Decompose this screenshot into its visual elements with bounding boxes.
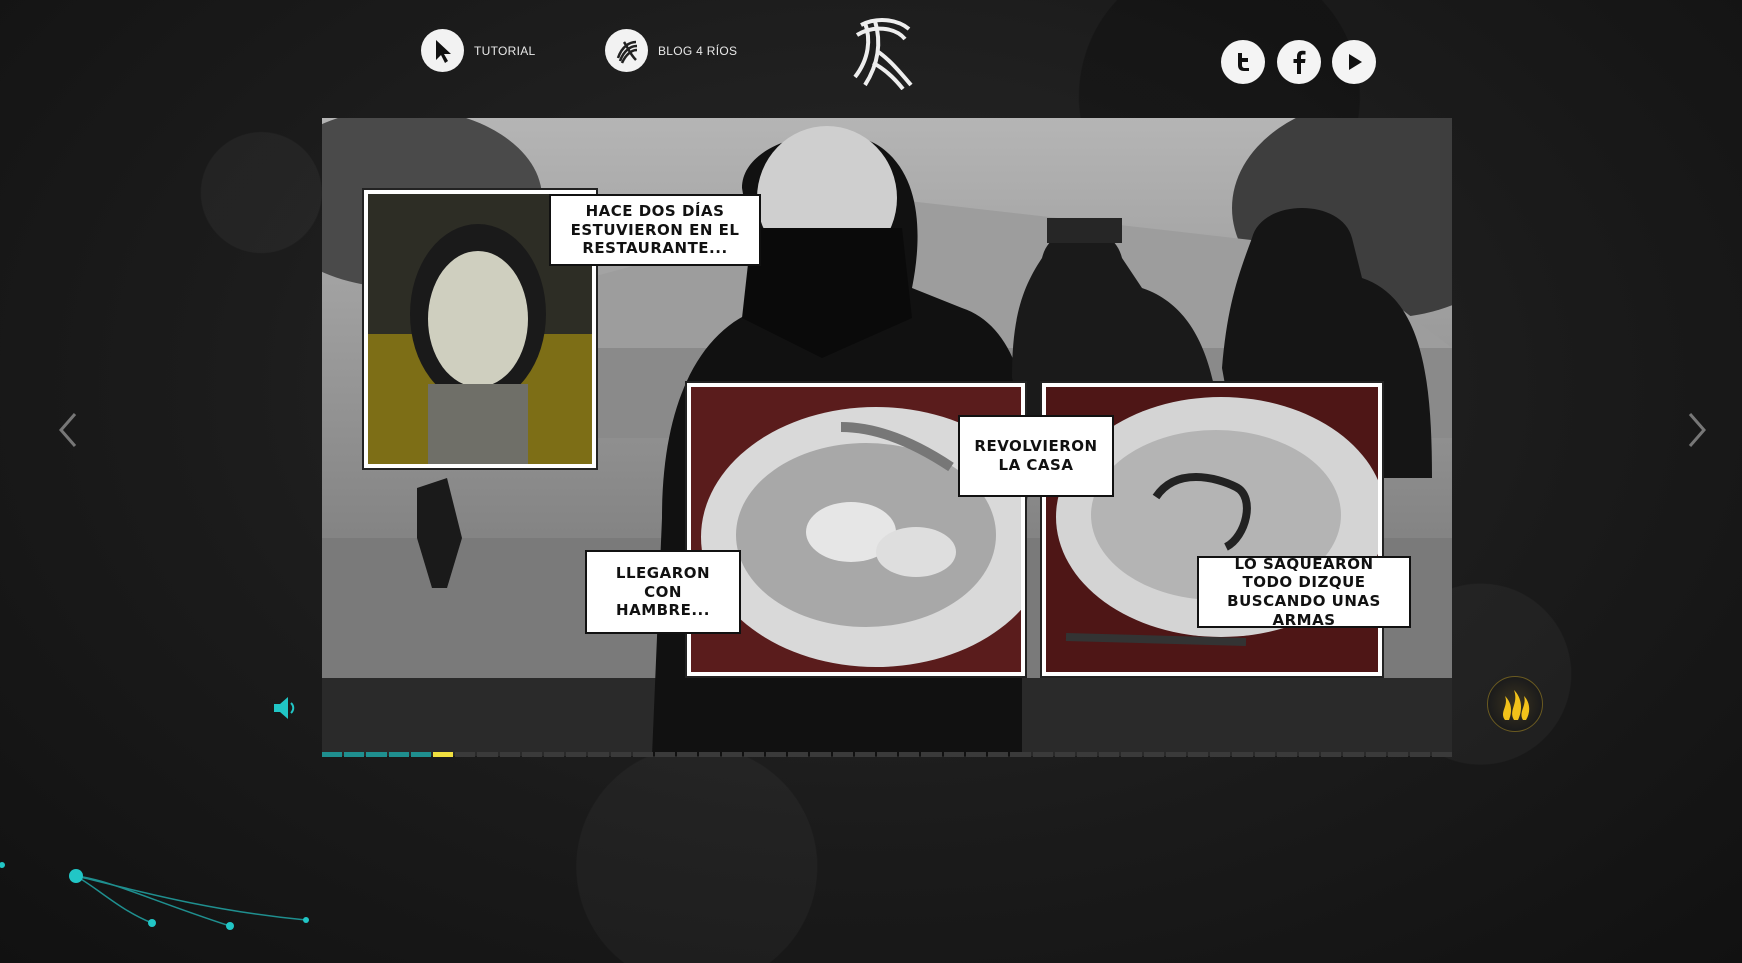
- flame-icon: [1503, 690, 1530, 720]
- progress-segment[interactable]: [877, 752, 898, 757]
- twitter-icon: [1238, 53, 1249, 71]
- progress-segment[interactable]: [544, 752, 565, 757]
- progress-segment[interactable]: [1432, 752, 1453, 757]
- progress-segment[interactable]: [521, 752, 543, 757]
- blog-link[interactable]: BLOG 4 RÍOS: [605, 29, 737, 72]
- blog-label: BLOG 4 RÍOS: [658, 43, 738, 58]
- progress-segment[interactable]: [921, 752, 942, 757]
- sound-icon[interactable]: [272, 694, 298, 722]
- caption-restaurante: Hace dos días estuvieron en el restauran…: [549, 194, 761, 266]
- progress-segment[interactable]: [743, 752, 765, 757]
- progress-segment[interactable]: [1076, 752, 1098, 757]
- progress-segment[interactable]: [1210, 752, 1231, 757]
- comic-page: Hace dos días estuvieron en el restauran…: [322, 118, 1452, 756]
- progress-segment[interactable]: [322, 752, 343, 757]
- tutorial-label: TUTORIAL: [474, 43, 536, 58]
- flame-button[interactable]: [1487, 676, 1543, 732]
- progress-segment[interactable]: [1387, 752, 1408, 757]
- progress-segment[interactable]: [943, 752, 964, 757]
- previous-arrow-icon[interactable]: [53, 408, 83, 452]
- progress-segment[interactable]: [588, 752, 609, 757]
- progress-segment[interactable]: [1232, 752, 1253, 757]
- progress-segment[interactable]: [388, 752, 409, 757]
- progress-segment[interactable]: [477, 752, 498, 757]
- facebook-icon: [1293, 50, 1306, 74]
- play-icon: [1349, 54, 1362, 70]
- caption-saquearon: Lo saquearon todo dizque buscando unas a…: [1197, 555, 1411, 629]
- decorative-branch: [0, 862, 309, 930]
- progress-segment[interactable]: [1254, 752, 1275, 757]
- progress-segment[interactable]: [433, 752, 454, 757]
- progress-segment[interactable]: [610, 752, 631, 757]
- progress-segment[interactable]: [810, 752, 831, 757]
- progress-segment[interactable]: [1099, 752, 1120, 757]
- progress-segment[interactable]: [1187, 752, 1209, 757]
- progress-segment[interactable]: [1409, 752, 1431, 757]
- progress-segment[interactable]: [766, 752, 787, 757]
- progress-segment[interactable]: [1010, 752, 1031, 757]
- caption-llegaron: Llegaron con hambre...: [585, 550, 741, 634]
- facebook-button[interactable]: [1277, 40, 1321, 84]
- progress-segment[interactable]: [677, 752, 698, 757]
- caption-revolvieron: Revolvieron la casa: [958, 415, 1114, 497]
- progress-segment[interactable]: [344, 752, 365, 757]
- progress-segment[interactable]: [1032, 752, 1053, 757]
- comic-progress-bar[interactable]: [322, 752, 1453, 757]
- progress-segment[interactable]: [699, 752, 720, 757]
- progress-segment[interactable]: [566, 752, 587, 757]
- progress-segment[interactable]: [965, 752, 987, 757]
- progress-segment[interactable]: [899, 752, 920, 757]
- progress-segment[interactable]: [366, 752, 387, 757]
- progress-segment[interactable]: [1276, 752, 1297, 757]
- twitter-button[interactable]: [1221, 40, 1265, 84]
- progress-segment[interactable]: [1054, 752, 1075, 757]
- progress-segment[interactable]: [1343, 752, 1364, 757]
- cursor-icon: [421, 29, 464, 72]
- site-logo-icon[interactable]: [847, 15, 919, 90]
- progress-segment[interactable]: [1143, 752, 1164, 757]
- youtube-button[interactable]: [1332, 40, 1376, 84]
- next-arrow-icon[interactable]: [1682, 408, 1712, 452]
- tutorial-link[interactable]: TUTORIAL: [421, 29, 536, 72]
- progress-segment[interactable]: [721, 752, 742, 757]
- progress-segment[interactable]: [632, 752, 654, 757]
- progress-segment[interactable]: [988, 752, 1009, 757]
- progress-segment[interactable]: [854, 752, 876, 757]
- progress-segment[interactable]: [1365, 752, 1386, 757]
- progress-segment[interactable]: [410, 752, 432, 757]
- progress-segment[interactable]: [1121, 752, 1142, 757]
- progress-segment[interactable]: [655, 752, 676, 757]
- progress-segment[interactable]: [1298, 752, 1320, 757]
- progress-segment[interactable]: [832, 752, 853, 757]
- progress-segment[interactable]: [499, 752, 520, 757]
- progress-segment[interactable]: [455, 752, 476, 757]
- progress-segment[interactable]: [788, 752, 809, 757]
- progress-segment[interactable]: [1165, 752, 1186, 757]
- blog-logo-icon: [605, 29, 648, 72]
- progress-segment[interactable]: [1321, 752, 1342, 757]
